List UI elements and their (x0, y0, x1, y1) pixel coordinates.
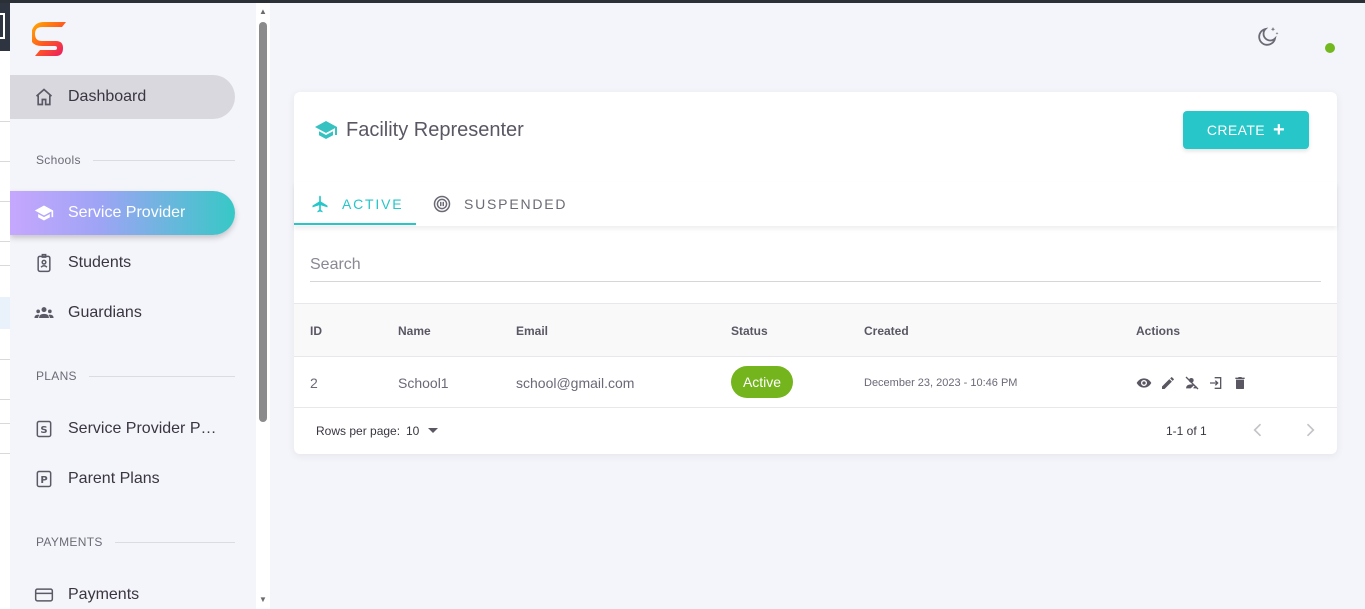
create-button[interactable]: CREATE + (1183, 111, 1309, 149)
id-badge-icon (34, 253, 54, 273)
plus-icon: + (1273, 119, 1286, 141)
delete-trash-icon[interactable] (1232, 375, 1248, 391)
letter-s-box-icon: S (34, 419, 54, 439)
cell-name: School1 (398, 375, 449, 391)
tab-active[interactable]: ACTIVE (310, 182, 403, 226)
online-status-dot (1325, 43, 1335, 53)
sidebar-item-parent-plans[interactable]: P Parent Plans (10, 457, 235, 501)
table-pagination: Rows per page: 10 1-1 of 1 (294, 408, 1337, 454)
sidebar: Dashboard Schools Service Provider Stude… (10, 3, 256, 609)
background-window-fragment (0, 3, 10, 609)
scroll-up-arrow-icon[interactable]: ▲ (258, 8, 268, 16)
theme-toggle-moon-icon[interactable] (1256, 24, 1280, 48)
home-icon (34, 87, 54, 107)
section-header-payments: PAYMENTS (36, 535, 235, 549)
sidebar-item-label: Parent Plans (68, 470, 160, 487)
edit-pencil-icon[interactable] (1160, 375, 1176, 391)
previous-page-chevron-icon[interactable] (1248, 420, 1268, 440)
cell-email: school@gmail.com (516, 375, 635, 391)
scroll-down-arrow-icon[interactable]: ▼ (258, 596, 268, 604)
login-as-icon[interactable] (1208, 375, 1224, 391)
sidebar-item-service-provider-plans[interactable]: S Service Provider Plans (10, 407, 235, 451)
column-header-email[interactable]: Email (516, 324, 548, 338)
status-badge: Active (731, 366, 793, 398)
sidebar-item-label: Payments (68, 586, 140, 603)
search-input[interactable]: Search (310, 252, 1321, 282)
sidebar-item-label: Guardians (68, 304, 142, 321)
cell-created: December 23, 2023 - 10:46 PM (864, 377, 1018, 389)
sidebar-item-guardians[interactable]: Guardians (10, 291, 235, 335)
column-header-name[interactable]: Name (398, 324, 431, 338)
sidebar-item-students[interactable]: Students (10, 241, 235, 285)
rows-per-page-label: Rows per page: (316, 424, 401, 438)
column-header-actions: Actions (1136, 324, 1181, 338)
status-tabs: ACTIVE SUSPENDED (294, 182, 1337, 226)
column-header-created[interactable]: Created (864, 324, 909, 338)
view-eye-icon[interactable] (1136, 375, 1152, 391)
column-header-status[interactable]: Status (731, 324, 768, 338)
sidebar-item-dashboard[interactable]: Dashboard (10, 75, 235, 119)
sidebar-item-label: Students (68, 254, 132, 271)
sidebar-item-service-provider[interactable]: Service Provider (10, 191, 235, 235)
table-header: ID Name Email Status Created Actions (294, 303, 1337, 357)
pagination-range: 1-1 of 1 (1166, 424, 1207, 438)
graduation-cap-icon (34, 203, 54, 223)
row-actions (1136, 375, 1248, 391)
rows-per-page-select[interactable]: 10 (406, 424, 419, 438)
sidebar-item-label: Dashboard (68, 88, 147, 105)
table-row: 2 School1 school@gmail.com Active Decemb… (294, 357, 1337, 408)
letter-p-box-icon: P (34, 469, 54, 489)
svg-text:P: P (40, 475, 47, 486)
group-icon (34, 303, 54, 323)
credit-card-icon (34, 585, 54, 605)
sidebar-item-payments[interactable]: Payments (10, 573, 235, 609)
app-logo[interactable] (30, 21, 66, 57)
next-page-chevron-icon[interactable] (1300, 420, 1320, 440)
facility-representer-card: Facility Representer CREATE + ACTIVE SUSP… (294, 92, 1337, 454)
pause-circle-icon (432, 194, 452, 214)
svg-text:S: S (40, 425, 47, 436)
tab-suspended[interactable]: SUSPENDED (432, 182, 567, 226)
column-header-id[interactable]: ID (310, 324, 322, 338)
cell-id: 2 (310, 375, 318, 391)
caret-down-icon[interactable] (428, 428, 438, 433)
active-tab-indicator (294, 223, 416, 225)
suspend-user-icon[interactable] (1184, 375, 1200, 391)
sidebar-item-label: Service Provider Plans (68, 420, 218, 437)
section-header-plans: PLANS (36, 369, 235, 383)
graduation-cap-icon (314, 118, 338, 142)
page-title: Facility Representer (314, 118, 524, 142)
airplane-icon (310, 194, 330, 214)
section-header-schools: Schools (36, 153, 235, 167)
sidebar-scroll-thumb[interactable] (259, 22, 267, 422)
sidebar-item-label: Service Provider (68, 204, 186, 221)
